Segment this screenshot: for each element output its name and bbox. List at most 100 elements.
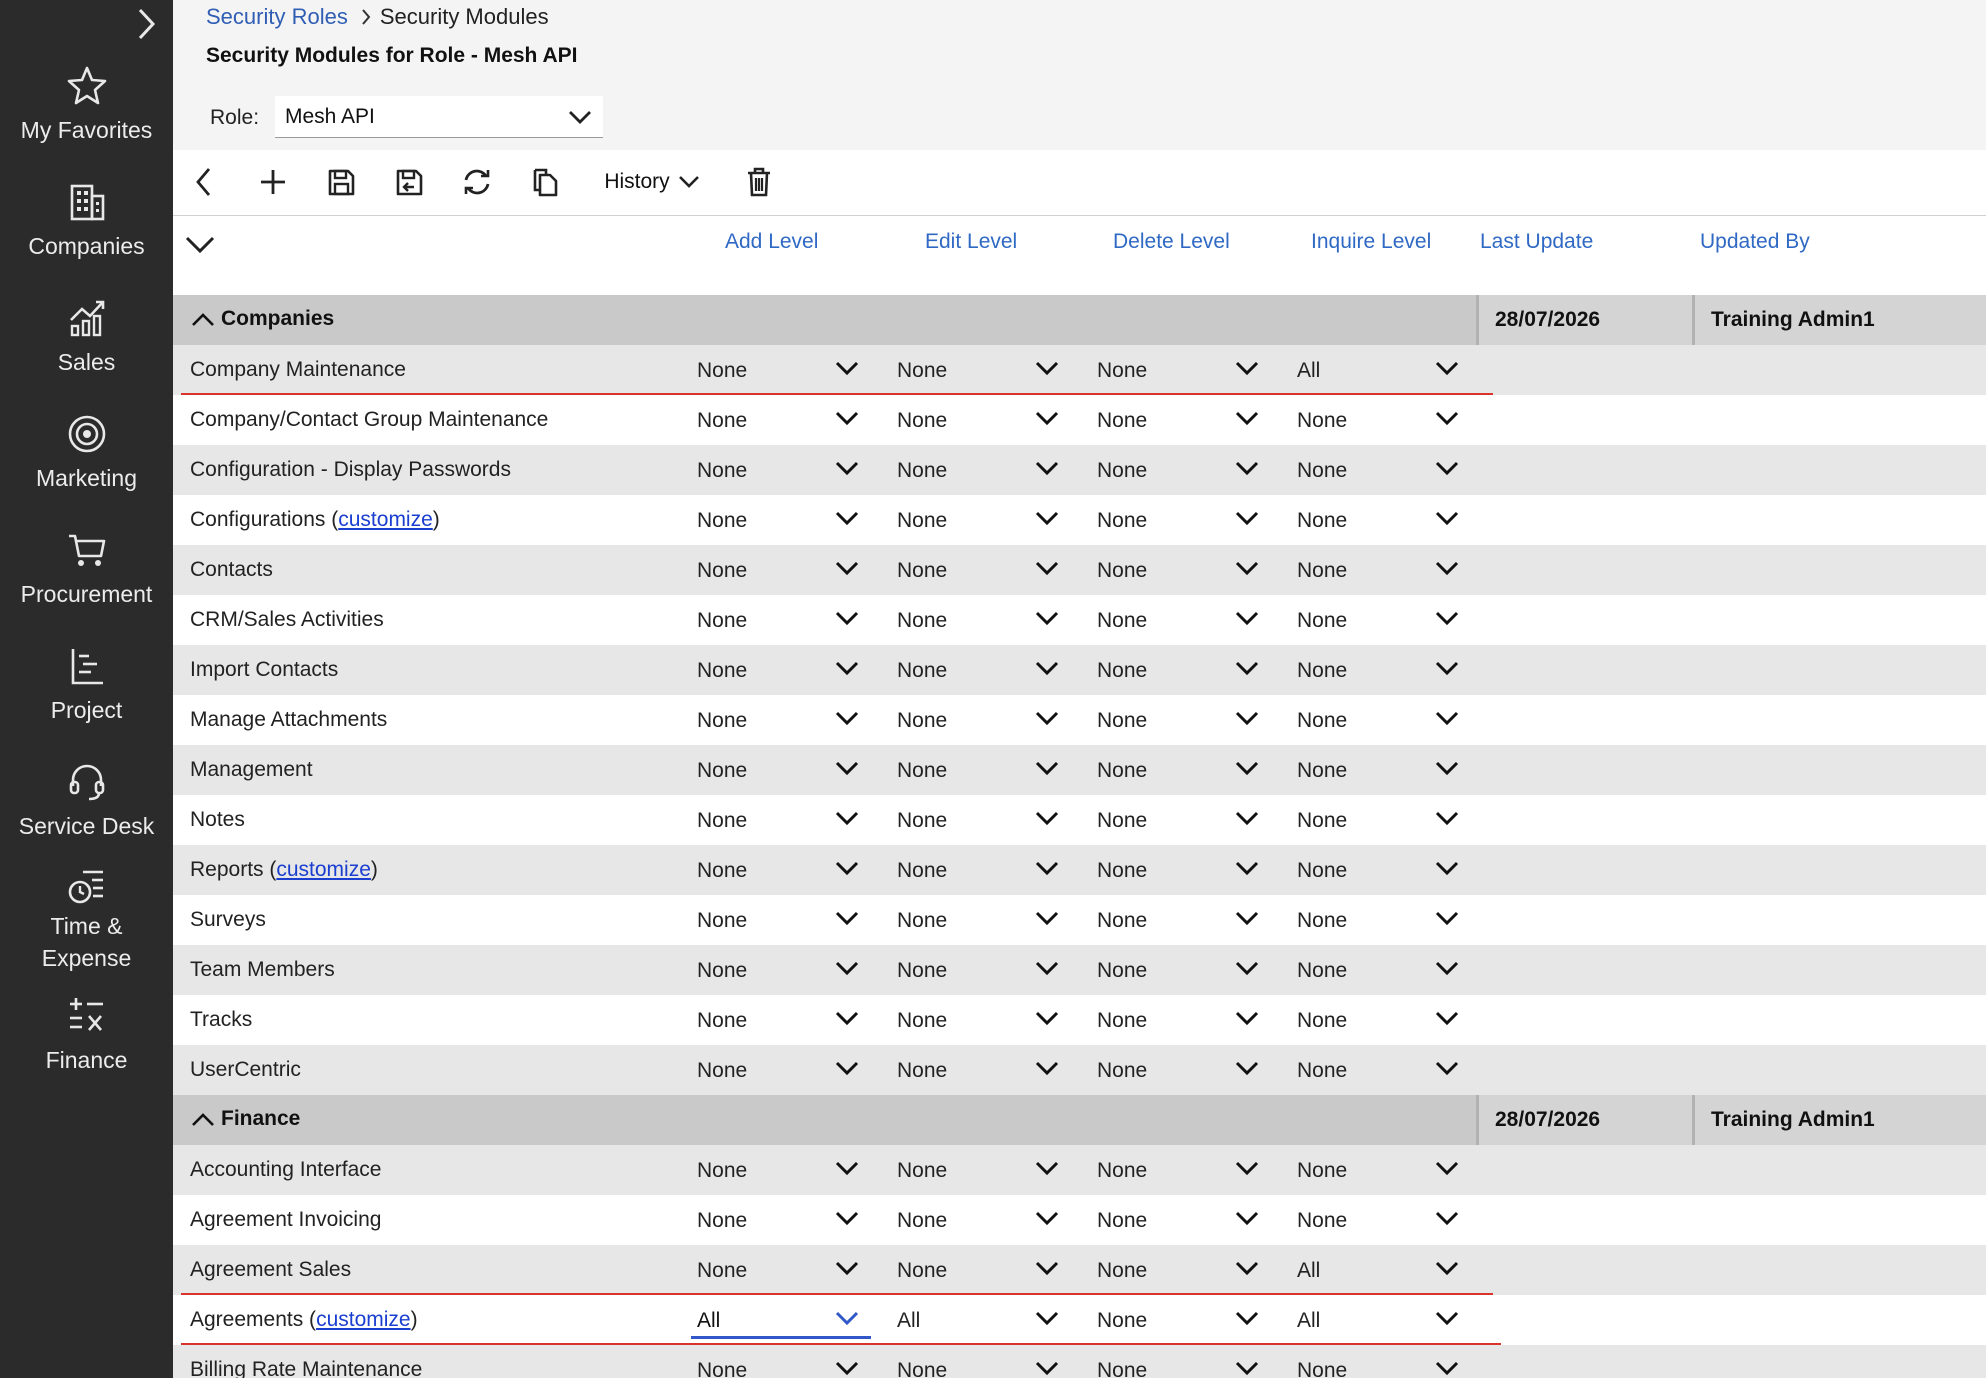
group-title[interactable]: Finance <box>191 1107 300 1131</box>
add-level-select[interactable]: None <box>691 1351 871 1378</box>
add-level-select[interactable]: None <box>691 901 871 939</box>
inquire-level-select[interactable]: All <box>1291 351 1471 389</box>
delete-level-select[interactable]: None <box>1091 1051 1271 1089</box>
inquire-level-select[interactable]: None <box>1291 801 1471 839</box>
delete-level-select[interactable]: None <box>1091 401 1271 439</box>
edit-level-select[interactable]: None <box>891 1201 1071 1239</box>
add-level-select[interactable]: None <box>691 1201 871 1239</box>
inquire-level-select[interactable]: None <box>1291 601 1471 639</box>
nav-companies[interactable]: Companies <box>0 180 173 262</box>
inquire-level-select[interactable]: None <box>1291 751 1471 789</box>
group-title[interactable]: Companies <box>191 307 334 331</box>
add-level-select[interactable]: None <box>691 601 871 639</box>
save-and-close-button[interactable] <box>389 162 429 202</box>
group-header-row[interactable]: Companies 28/07/2026 Training Admin1 <box>173 295 1986 345</box>
add-level-select[interactable]: None <box>691 951 871 989</box>
add-level-select[interactable]: All <box>691 1301 871 1339</box>
nav-sales[interactable]: Sales <box>0 296 173 378</box>
delete-button[interactable] <box>739 162 779 202</box>
add-level-select[interactable]: None <box>691 351 871 389</box>
inquire-level-select[interactable]: All <box>1291 1251 1471 1289</box>
inquire-level-select[interactable]: All <box>1291 1301 1471 1339</box>
edit-level-select[interactable]: None <box>891 801 1071 839</box>
delete-level-select[interactable]: None <box>1091 951 1271 989</box>
add-level-select[interactable]: None <box>691 751 871 789</box>
edit-level-select[interactable]: None <box>891 601 1071 639</box>
delete-level-select[interactable]: None <box>1091 501 1271 539</box>
delete-level-select[interactable]: None <box>1091 1251 1271 1289</box>
inquire-level-select[interactable]: None <box>1291 951 1471 989</box>
add-level-select[interactable]: None <box>691 1251 871 1289</box>
add-level-select[interactable]: None <box>691 801 871 839</box>
inquire-level-select[interactable]: None <box>1291 451 1471 489</box>
edit-level-select[interactable]: None <box>891 701 1071 739</box>
column-add-level[interactable]: Add Level <box>725 230 818 254</box>
inquire-level-select[interactable]: None <box>1291 901 1471 939</box>
delete-level-select[interactable]: None <box>1091 551 1271 589</box>
add-level-select[interactable]: None <box>691 401 871 439</box>
delete-level-select[interactable]: None <box>1091 701 1271 739</box>
add-level-select[interactable]: None <box>691 701 871 739</box>
delete-level-select[interactable]: None <box>1091 901 1271 939</box>
add-level-select[interactable]: None <box>691 651 871 689</box>
inquire-level-select[interactable]: None <box>1291 551 1471 589</box>
inquire-level-select[interactable]: None <box>1291 1351 1471 1378</box>
edit-level-select[interactable]: None <box>891 651 1071 689</box>
edit-level-select[interactable]: None <box>891 751 1071 789</box>
column-edit-level[interactable]: Edit Level <box>925 230 1017 254</box>
delete-level-select[interactable]: None <box>1091 851 1271 889</box>
expand-sidebar-button[interactable] <box>128 4 164 44</box>
delete-level-select[interactable]: None <box>1091 601 1271 639</box>
add-level-select[interactable]: None <box>691 1151 871 1189</box>
inquire-level-select[interactable]: None <box>1291 1151 1471 1189</box>
edit-level-select[interactable]: None <box>891 851 1071 889</box>
delete-level-select[interactable]: None <box>1091 801 1271 839</box>
nav-marketing[interactable]: Marketing <box>0 412 173 494</box>
save-button[interactable] <box>321 162 361 202</box>
nav-service-desk[interactable]: Service Desk <box>0 760 173 842</box>
collapse-all-button[interactable] <box>184 235 216 260</box>
column-updated-by[interactable]: Updated By <box>1700 230 1810 254</box>
add-level-select[interactable]: None <box>691 451 871 489</box>
refresh-button[interactable] <box>457 162 497 202</box>
role-select[interactable]: Mesh API <box>275 96 603 138</box>
edit-level-select[interactable]: None <box>891 1351 1071 1378</box>
inquire-level-select[interactable]: None <box>1291 851 1471 889</box>
nav-procurement[interactable]: Procurement <box>0 528 173 610</box>
add-level-select[interactable]: None <box>691 1001 871 1039</box>
delete-level-select[interactable]: None <box>1091 1301 1271 1339</box>
column-delete-level[interactable]: Delete Level <box>1113 230 1230 254</box>
history-dropdown[interactable]: History <box>597 162 707 202</box>
edit-level-select[interactable]: None <box>891 1001 1071 1039</box>
nav-project[interactable]: Project <box>0 644 173 726</box>
add-level-select[interactable]: None <box>691 551 871 589</box>
delete-level-select[interactable]: None <box>1091 351 1271 389</box>
breadcrumb-security-roles-link[interactable]: Security Roles <box>206 2 348 32</box>
edit-level-select[interactable]: None <box>891 351 1071 389</box>
edit-level-select[interactable]: None <box>891 1151 1071 1189</box>
edit-level-select[interactable]: None <box>891 1251 1071 1289</box>
inquire-level-select[interactable]: None <box>1291 1201 1471 1239</box>
edit-level-select[interactable]: All <box>891 1301 1071 1339</box>
customize-link[interactable]: customize <box>276 858 371 881</box>
delete-level-select[interactable]: None <box>1091 1351 1271 1378</box>
add-level-select[interactable]: None <box>691 501 871 539</box>
copy-button[interactable] <box>525 162 565 202</box>
delete-level-select[interactable]: None <box>1091 1001 1271 1039</box>
customize-link[interactable]: customize <box>338 508 433 531</box>
edit-level-select[interactable]: None <box>891 501 1071 539</box>
column-last-update[interactable]: Last Update <box>1480 230 1593 254</box>
edit-level-select[interactable]: None <box>891 901 1071 939</box>
edit-level-select[interactable]: None <box>891 551 1071 589</box>
add-level-select[interactable]: None <box>691 851 871 889</box>
nav-my-favorites[interactable]: My Favorites <box>0 64 173 146</box>
nav-finance[interactable]: Finance <box>0 994 173 1076</box>
inquire-level-select[interactable]: None <box>1291 701 1471 739</box>
inquire-level-select[interactable]: None <box>1291 401 1471 439</box>
edit-level-select[interactable]: None <box>891 951 1071 989</box>
delete-level-select[interactable]: None <box>1091 751 1271 789</box>
edit-level-select[interactable]: None <box>891 451 1071 489</box>
nav-time-expense[interactable]: Time & Expense <box>0 864 173 974</box>
inquire-level-select[interactable]: None <box>1291 1001 1471 1039</box>
inquire-level-select[interactable]: None <box>1291 1051 1471 1089</box>
